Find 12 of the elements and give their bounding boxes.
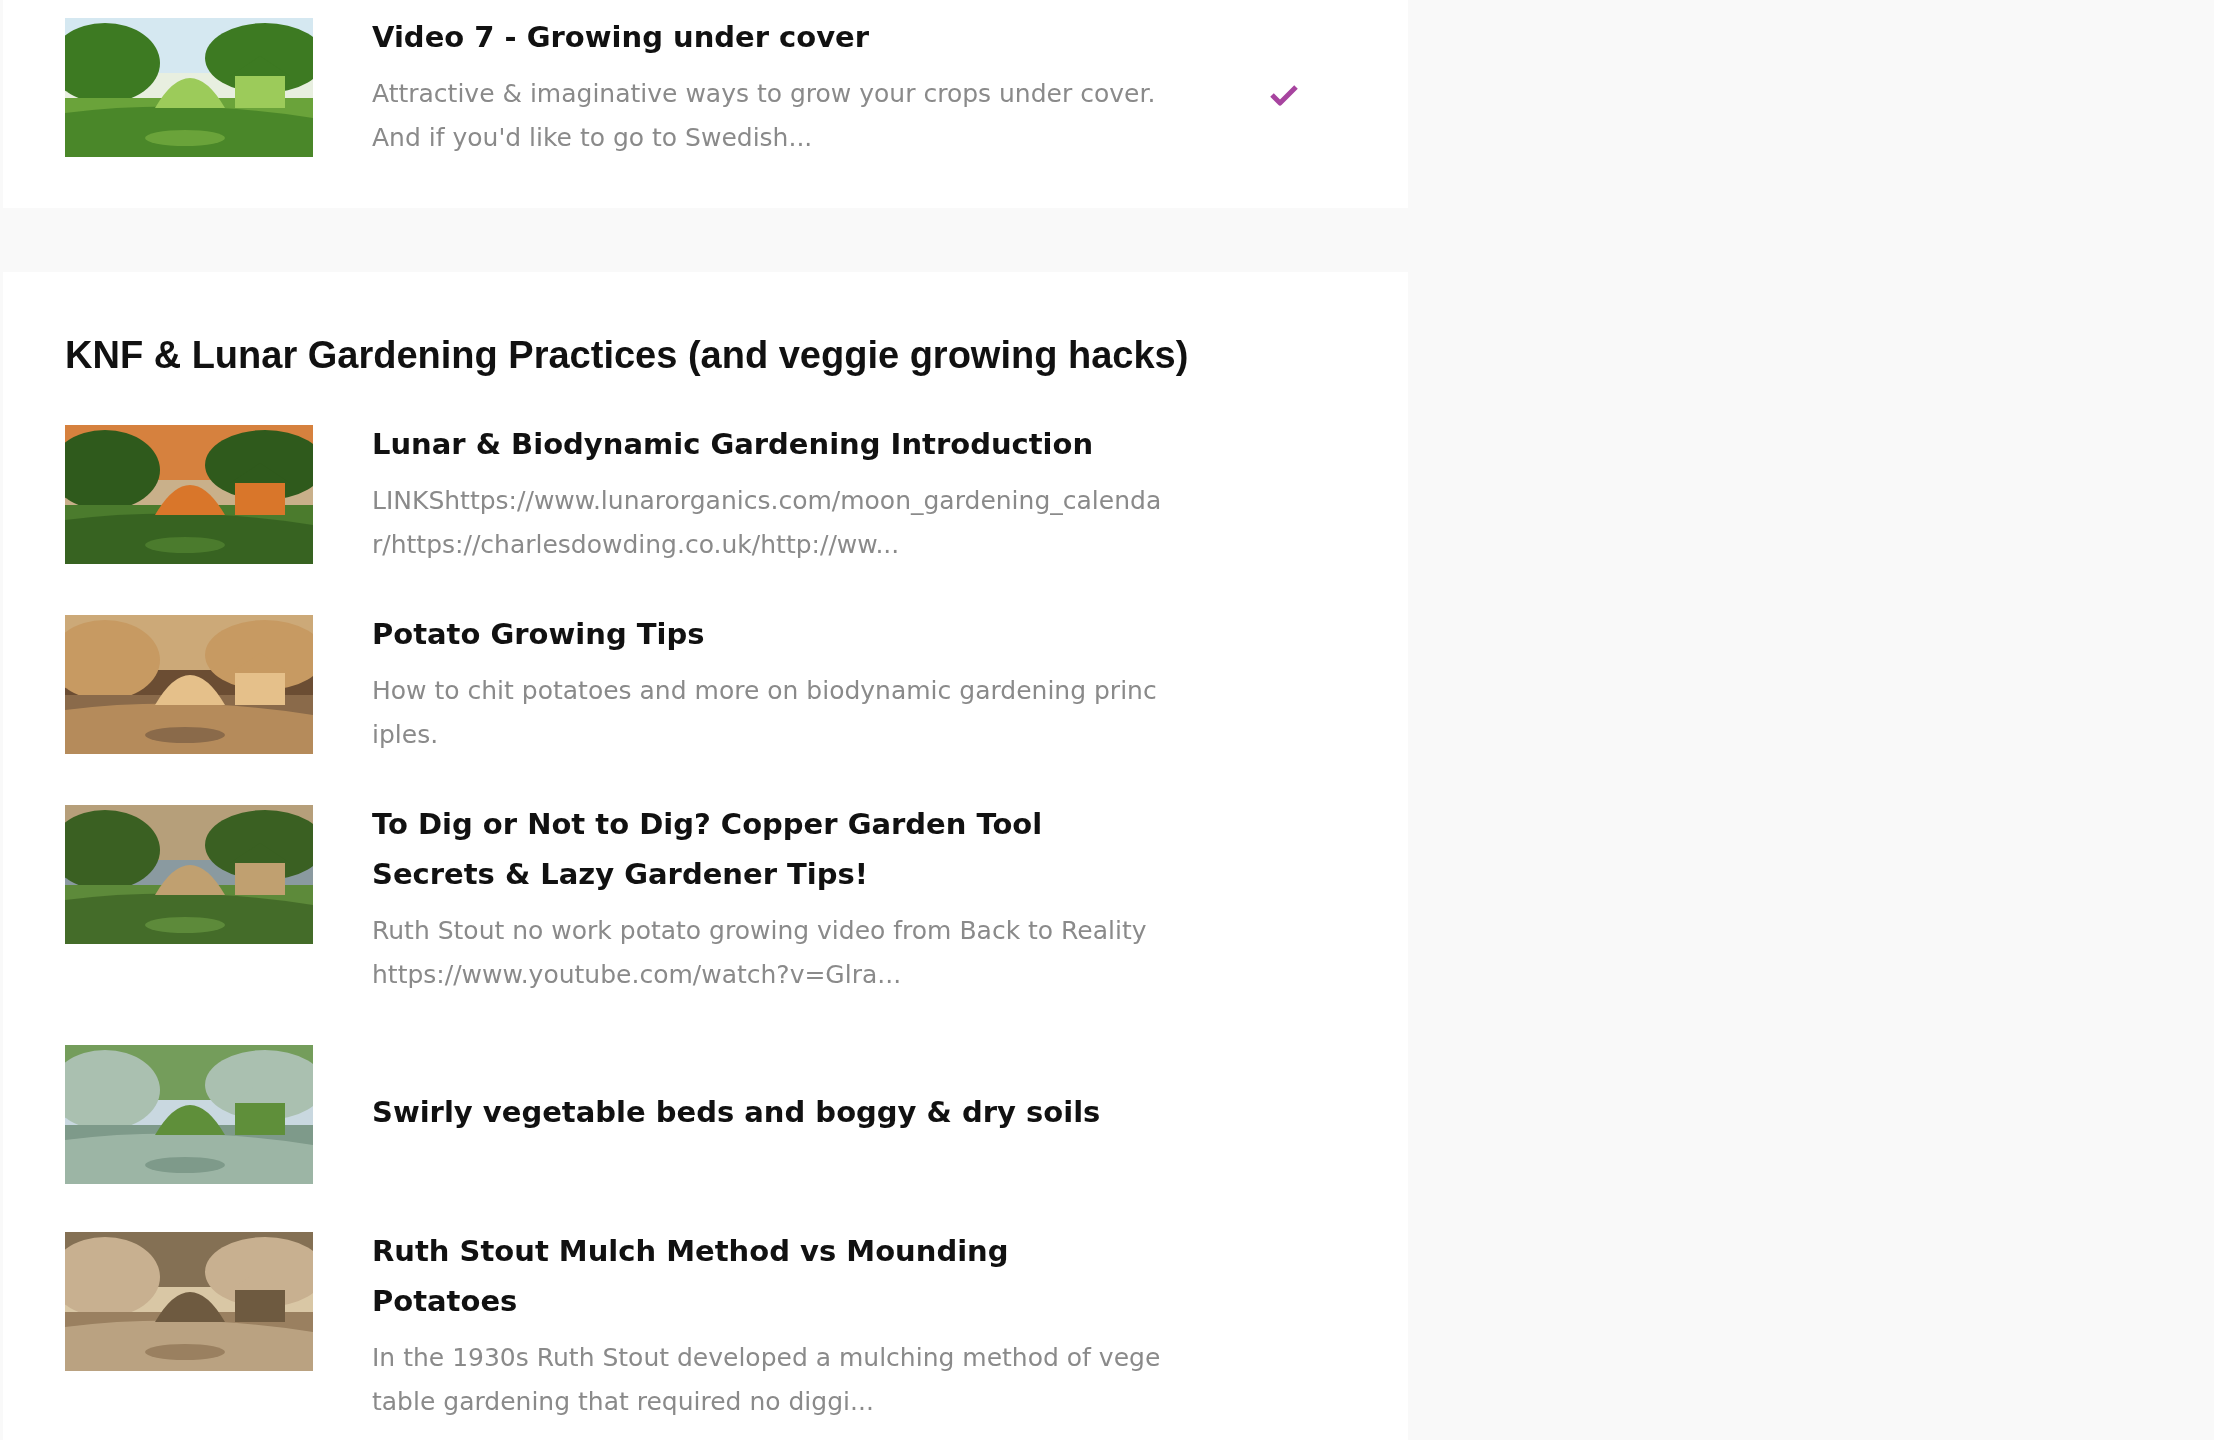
lesson-description: In the 1930s Ruth Stout developed a mulching method of vegetable gardening that required no diggi... (372, 1342, 1162, 1418)
lesson-title[interactable]: Lunar & Biodynamic Gardening Introduction (372, 419, 1162, 469)
lesson-title[interactable]: Video 7 - Growing under cover (372, 12, 1162, 62)
lesson-description: Ruth Stout no work potato growing video from Back to Reality https://www.youtube.com/watch?v=Glra... (372, 915, 1148, 991)
lesson-title[interactable]: Ruth Stout Mulch Method vs Mounding Potatoes (372, 1226, 1162, 1326)
section-heading: KNF & Lunar Gardening Practices (and veggie growing hacks) (65, 334, 1190, 377)
lesson-description: Attractive & imaginative ways to grow your crops under cover. And if you'd like to go to Swedish... (372, 78, 1157, 154)
lesson-title[interactable]: Swirly vegetable beds and boggy & dry soils (372, 1086, 1162, 1137)
lesson-title[interactable]: To Dig or Not to Dig? Copper Garden Tool Secrets & Lazy Gardener Tips! (372, 799, 1162, 899)
lesson-description: How to chit potatoes and more on biodynamic gardening principles. (372, 675, 1158, 751)
lesson-description: LINKShttps://www.lunarorganics.com/moon_gardening_calendar/https://charlesdowding.co.uk/http://ww... (372, 485, 1162, 561)
lesson-title[interactable]: Potato Growing Tips (372, 609, 1162, 659)
